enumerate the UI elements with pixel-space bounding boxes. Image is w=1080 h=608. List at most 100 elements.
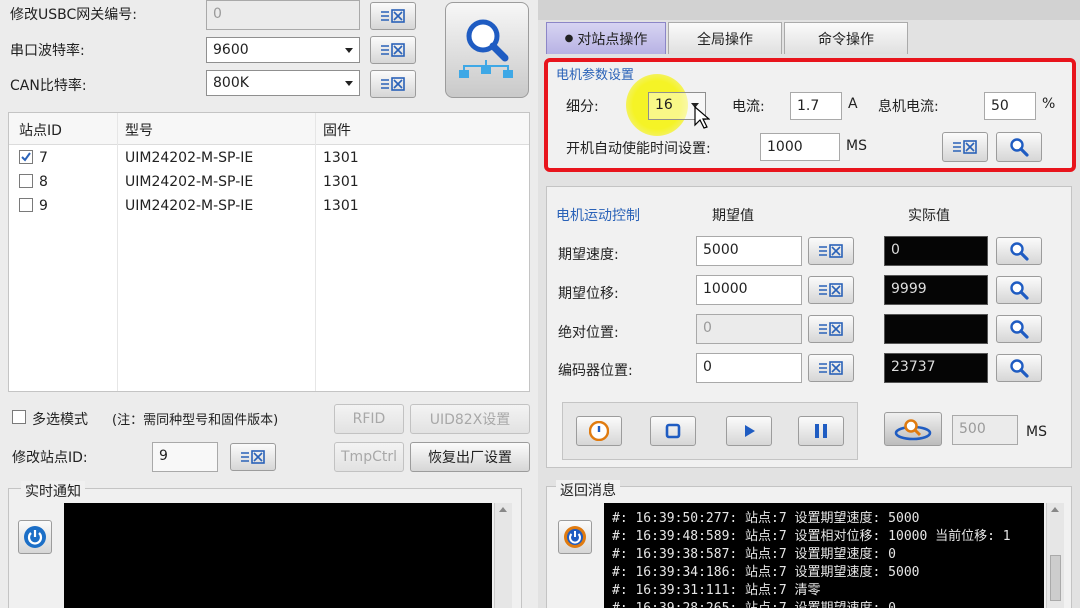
pause-button[interactable] bbox=[798, 416, 844, 446]
play-icon bbox=[740, 422, 758, 440]
set-can-button[interactable] bbox=[370, 70, 416, 98]
current-label: 电流: bbox=[732, 99, 765, 115]
write-icon bbox=[951, 139, 979, 155]
row-checkbox[interactable] bbox=[19, 198, 33, 212]
motion-title: 电机运动控制 bbox=[556, 208, 640, 224]
auto-enable-unit: MS bbox=[846, 138, 867, 154]
write-icon bbox=[379, 76, 407, 92]
stop-icon bbox=[664, 422, 682, 440]
row-firmware: 1301 bbox=[323, 150, 359, 166]
enable-button[interactable] bbox=[576, 416, 622, 446]
station-id-input[interactable]: 9 bbox=[152, 442, 218, 472]
search-icon bbox=[1009, 280, 1029, 300]
write-icon bbox=[817, 243, 845, 259]
refresh-interval-unit: MS bbox=[1026, 424, 1047, 440]
set-displacement-button[interactable] bbox=[808, 276, 854, 304]
set-gateway-button[interactable] bbox=[370, 2, 416, 30]
auto-refresh-button[interactable] bbox=[884, 412, 942, 446]
row-model: UIM24202-M-SP-IE bbox=[125, 150, 254, 166]
multi-select-checkbox[interactable] bbox=[12, 410, 26, 424]
row-checkbox[interactable] bbox=[19, 174, 33, 188]
table-header bbox=[9, 113, 529, 145]
column-header-id: 站点ID bbox=[19, 123, 62, 139]
read-encoder-position-button[interactable] bbox=[996, 354, 1042, 382]
read-speed-button[interactable] bbox=[996, 237, 1042, 265]
write-icon bbox=[379, 42, 407, 58]
log-label: 返回消息 bbox=[556, 480, 620, 500]
expected-speed-label: 期望速度: bbox=[558, 247, 619, 263]
realtime-power-button[interactable] bbox=[18, 520, 52, 554]
baud-select[interactable]: 9600 bbox=[206, 37, 360, 63]
stop-button[interactable] bbox=[650, 416, 696, 446]
set-encoder-position-button[interactable] bbox=[808, 354, 854, 382]
table-row[interactable]: 8 UIM24202-M-SP-IE 1301 bbox=[9, 171, 529, 195]
log-console: #: 16:39:50:277: 站点:7 设置期望速度: 5000 #: 16… bbox=[604, 503, 1044, 608]
actual-speed-display: 0 bbox=[884, 236, 988, 266]
auto-enable-input[interactable]: 1000 bbox=[760, 133, 840, 161]
baud-label: 串口波特率: bbox=[10, 43, 85, 59]
search-icon bbox=[1009, 137, 1029, 157]
write-icon bbox=[817, 282, 845, 298]
table-row[interactable]: 7 UIM24202-M-SP-IE 1301 bbox=[9, 147, 529, 171]
absolute-position-input[interactable]: 0 bbox=[696, 314, 802, 344]
idle-current-label: 息机电流: bbox=[878, 99, 939, 115]
scroll-up-icon[interactable] bbox=[1051, 507, 1059, 512]
log-line: #: 16:39:50:277: 站点:7 设置期望速度: 5000 bbox=[612, 511, 920, 526]
idle-current-input[interactable]: 50 bbox=[984, 92, 1036, 120]
log-line: #: 16:39:38:587: 站点:7 设置期望速度: 0 bbox=[612, 547, 897, 562]
log-scrollbar[interactable] bbox=[1046, 503, 1064, 608]
baud-value: 9600 bbox=[213, 42, 249, 58]
expected-displacement-input[interactable]: 10000 bbox=[696, 275, 802, 305]
set-motor-params-button[interactable] bbox=[942, 132, 988, 162]
set-absolute-position-button[interactable] bbox=[808, 315, 854, 343]
set-baud-button[interactable] bbox=[370, 36, 416, 64]
chevron-down-icon bbox=[345, 48, 353, 53]
actual-encoder-position-display: 23737 bbox=[884, 353, 988, 383]
expected-displacement-label: 期望位移: bbox=[558, 286, 619, 302]
tab-global-ops[interactable]: 全局操作 bbox=[668, 22, 782, 54]
tmpctrl-button[interactable]: TmpCtrl bbox=[334, 442, 404, 472]
station-id-label: 修改站点ID: bbox=[12, 450, 88, 466]
log-power-button[interactable] bbox=[558, 520, 592, 554]
checkmark-icon bbox=[21, 152, 31, 162]
set-speed-button[interactable] bbox=[808, 237, 854, 265]
expected-speed-input[interactable]: 5000 bbox=[696, 236, 802, 266]
row-firmware: 1301 bbox=[323, 198, 359, 214]
refresh-interval-input[interactable]: 500 bbox=[952, 415, 1018, 445]
read-motor-params-button[interactable] bbox=[996, 132, 1042, 162]
absolute-position-label: 绝对位置: bbox=[558, 325, 619, 341]
can-select[interactable]: 800K bbox=[206, 70, 360, 96]
row-checkbox[interactable] bbox=[19, 150, 33, 164]
tab-station-ops[interactable]: ● 对站点操作 bbox=[546, 22, 666, 54]
row-model: UIM24202-M-SP-IE bbox=[125, 198, 254, 214]
factory-reset-button[interactable]: 恢复出厂设置 bbox=[410, 442, 530, 472]
scroll-thumb[interactable] bbox=[1050, 555, 1061, 601]
subdivision-value: 16 bbox=[655, 97, 673, 113]
log-line: #: 16:39:34:186: 站点:7 设置期望速度: 5000 bbox=[612, 565, 920, 580]
gateway-label: 修改USBC网关编号: bbox=[10, 7, 137, 23]
play-button[interactable] bbox=[726, 416, 772, 446]
encoder-position-label: 编码器位置: bbox=[558, 363, 633, 379]
can-value: 800K bbox=[213, 75, 249, 91]
uid-settings-button[interactable]: UID82X设置 bbox=[410, 404, 530, 434]
read-absolute-position-button[interactable] bbox=[996, 315, 1042, 343]
realtime-scrollbar[interactable] bbox=[494, 503, 512, 608]
idle-current-unit: % bbox=[1042, 96, 1056, 112]
refresh-search-icon bbox=[893, 416, 933, 442]
scroll-up-icon[interactable] bbox=[499, 507, 507, 512]
chevron-down-icon bbox=[345, 81, 353, 86]
actual-absolute-position-display bbox=[884, 314, 988, 344]
realtime-label: 实时通知 bbox=[21, 481, 85, 501]
current-input[interactable]: 1.7 bbox=[790, 92, 842, 120]
rfid-button[interactable]: RFID bbox=[334, 404, 404, 434]
set-station-id-button[interactable] bbox=[230, 443, 276, 471]
scan-network-button[interactable] bbox=[445, 2, 529, 98]
gateway-input[interactable]: 0 bbox=[206, 0, 360, 30]
read-displacement-button[interactable] bbox=[996, 276, 1042, 304]
table-row[interactable]: 9 UIM24202-M-SP-IE 1301 bbox=[9, 195, 529, 219]
tab-label: 全局操作 bbox=[697, 31, 753, 48]
pause-icon bbox=[812, 422, 830, 440]
tab-command-ops[interactable]: 命令操作 bbox=[784, 22, 908, 54]
row-id: 9 bbox=[39, 198, 48, 214]
encoder-position-input[interactable]: 0 bbox=[696, 353, 802, 383]
